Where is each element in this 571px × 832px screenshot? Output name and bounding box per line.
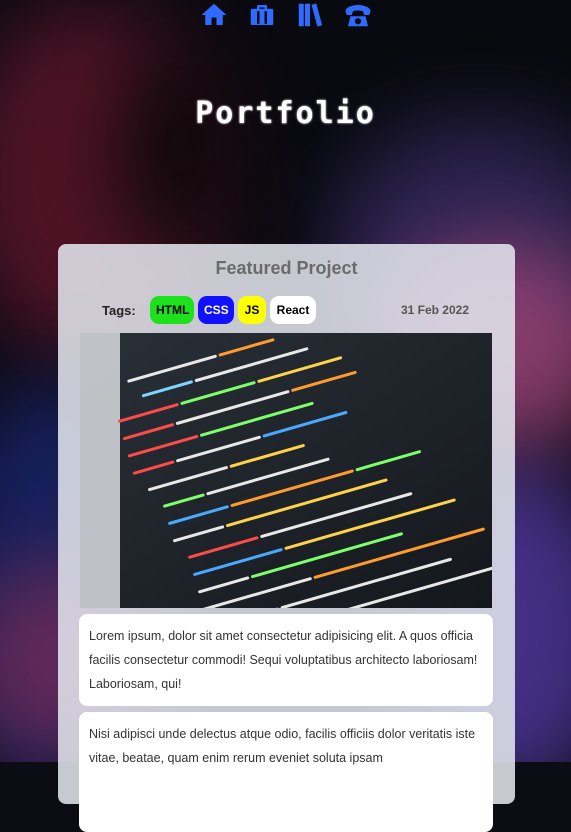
nav-work-link[interactable] <box>247 0 277 30</box>
description-paragraph-2: Nisi adipisci unde delectus atque odio, … <box>79 712 493 832</box>
tag-css[interactable]: CSS <box>198 296 234 324</box>
nav-library-link[interactable] <box>295 0 325 30</box>
tags-label: Tags: <box>102 303 136 318</box>
tag-list: HTML CSS JS React <box>150 296 316 324</box>
top-nav <box>0 0 571 34</box>
project-image[interactable] <box>80 333 492 608</box>
tag-html[interactable]: HTML <box>150 296 194 324</box>
home-icon <box>201 3 226 25</box>
project-date: 31 Feb 2022 <box>400 303 469 317</box>
page-title: Portfolio <box>195 96 376 131</box>
card-title: Featured Project <box>215 258 358 278</box>
tag-js[interactable]: JS <box>238 296 266 324</box>
nav-contact-link[interactable] <box>343 0 373 30</box>
briefcase-icon <box>250 5 273 25</box>
nav-home-link[interactable] <box>199 0 229 30</box>
description-paragraph-1: Lorem ipsum, dolor sit amet consectetur … <box>79 614 493 706</box>
featured-project-card: Featured Project Tags: HTML CSS JS React… <box>58 244 515 832</box>
tag-react[interactable]: React <box>270 296 316 324</box>
phone-icon <box>345 5 370 27</box>
books-icon <box>298 3 322 27</box>
